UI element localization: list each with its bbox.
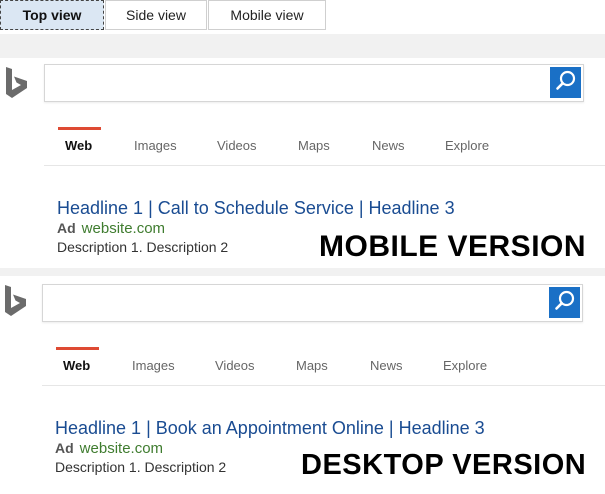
- nav-web[interactable]: Web: [63, 358, 90, 373]
- nav-web[interactable]: Web: [65, 138, 92, 153]
- nav-divider: [42, 385, 605, 386]
- version-label-mobile: MOBILE VERSION: [319, 230, 587, 263]
- ad-display-url[interactable]: website.com: [80, 440, 163, 457]
- tab-top-view[interactable]: Top view: [0, 0, 104, 30]
- search-icon: [554, 289, 576, 316]
- nav-news[interactable]: News: [370, 358, 403, 373]
- search-icon: [555, 69, 577, 96]
- nav-videos[interactable]: Videos: [215, 358, 255, 373]
- search-input[interactable]: [42, 284, 583, 322]
- nav-images[interactable]: Images: [132, 358, 175, 373]
- nav-explore[interactable]: Explore: [445, 138, 489, 153]
- nav-explore[interactable]: Explore: [443, 358, 487, 373]
- ad-url-line: Ad website.com: [57, 220, 165, 237]
- search-input[interactable]: [44, 64, 584, 102]
- tab-side-view[interactable]: Side view: [105, 0, 207, 30]
- desktop-preview-panel: Web Images Videos Maps News Explore Head…: [0, 276, 605, 494]
- ad-label: Ad: [57, 220, 76, 236]
- ad-label: Ad: [55, 440, 74, 456]
- nav-maps[interactable]: Maps: [298, 138, 330, 153]
- bing-logo-icon: [2, 284, 30, 325]
- mobile-preview-panel: Web Images Videos Maps News Explore Head…: [0, 58, 605, 268]
- ad-headline[interactable]: Headline 1 | Book an Appointment Online …: [55, 418, 485, 439]
- search-button[interactable]: [549, 287, 580, 318]
- nav-divider: [44, 165, 605, 166]
- view-tabs: Top view Side view Mobile view: [0, 0, 605, 34]
- version-label-desktop: DESKTOP VERSION: [301, 449, 587, 481]
- search-button[interactable]: [550, 67, 581, 98]
- ad-headline[interactable]: Headline 1 | Call to Schedule Service | …: [57, 198, 455, 219]
- nav-active-indicator: [56, 347, 99, 350]
- nav-images[interactable]: Images: [134, 138, 177, 153]
- nav-maps[interactable]: Maps: [296, 358, 328, 373]
- ad-display-url[interactable]: website.com: [82, 220, 165, 237]
- tab-mobile-view[interactable]: Mobile view: [208, 0, 326, 30]
- ad-description: Description 1. Description 2: [55, 459, 227, 475]
- ad-description: Description 1. Description 2: [57, 239, 229, 255]
- nav-active-indicator: [58, 127, 101, 130]
- bing-logo-icon: [3, 66, 31, 107]
- ad-url-line: Ad website.com: [55, 440, 163, 457]
- nav-videos[interactable]: Videos: [217, 138, 257, 153]
- nav-news[interactable]: News: [372, 138, 405, 153]
